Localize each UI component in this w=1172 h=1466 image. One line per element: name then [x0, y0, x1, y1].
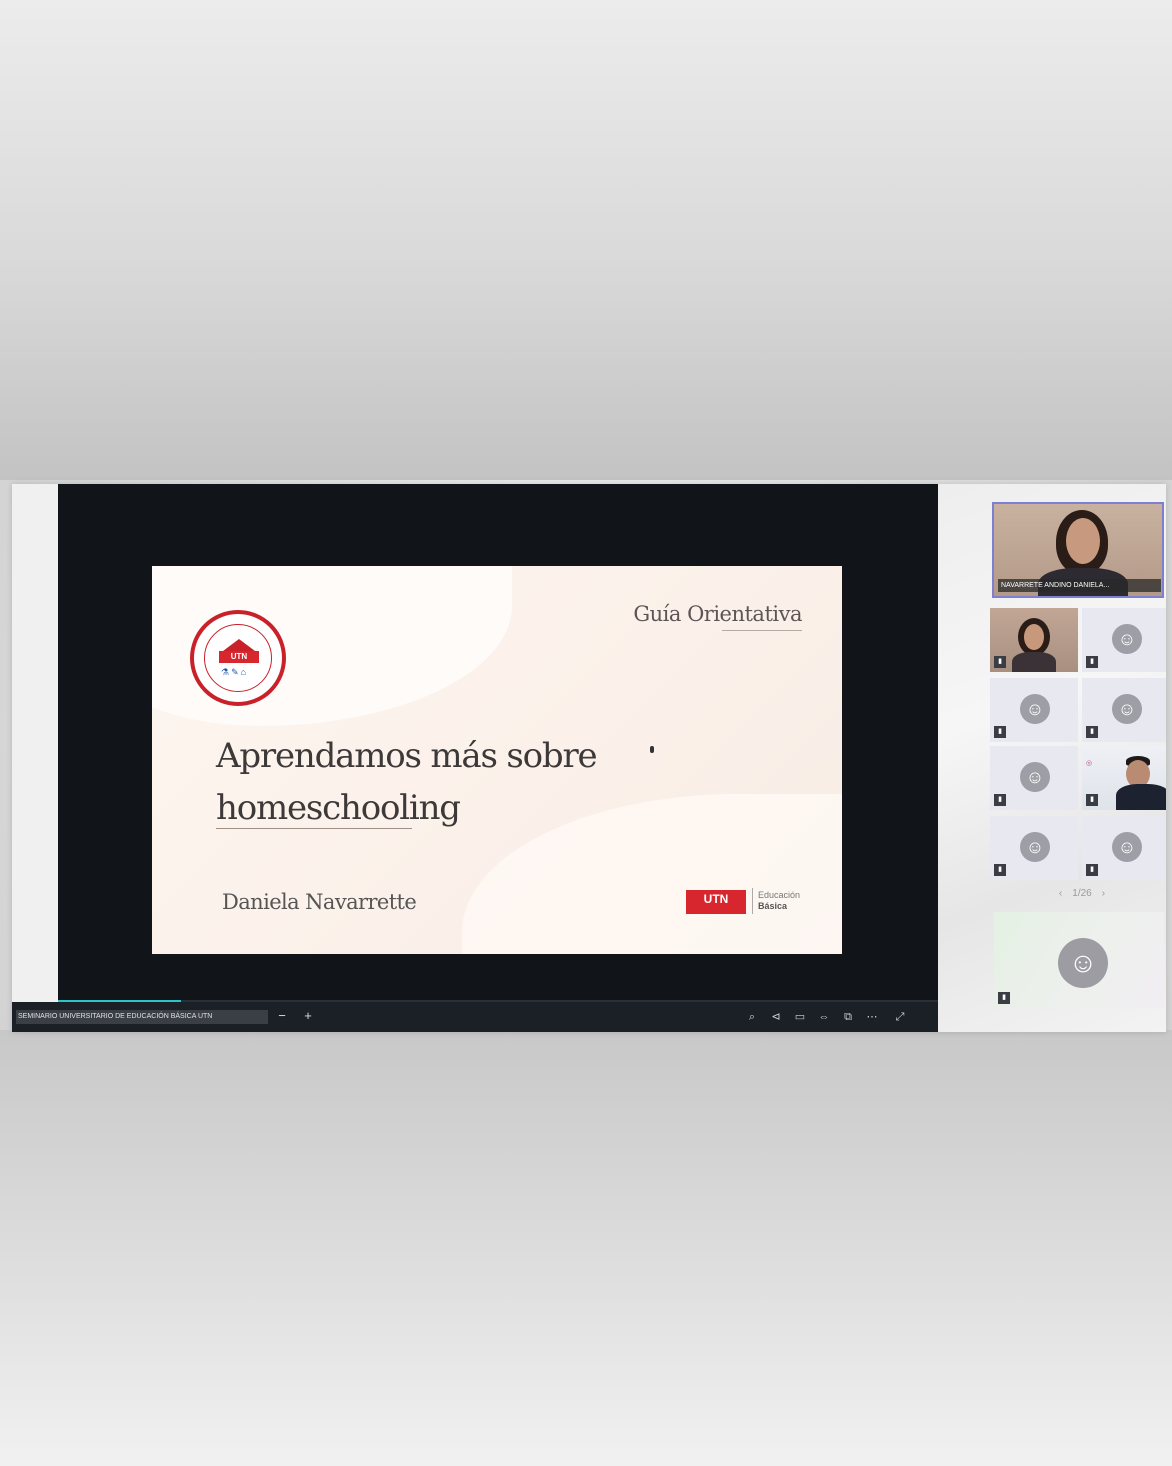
slide-title: Aprendamos más sobre homeschooling [216, 730, 696, 834]
self-view-tile[interactable]: ☺ ▮ [994, 912, 1164, 1008]
page-indicator: 1/26 [1072, 888, 1092, 899]
seal-inner-ring: UTN ⚗✎⌂ [204, 624, 272, 692]
toolbar-caption: SEMINARIO UNIVERSITARIO DE EDUCACIÓN BÁS… [16, 1010, 268, 1024]
background-top [0, 0, 1172, 480]
education-line: Educación [758, 890, 801, 900]
participant-tile[interactable]: ☺ ▮ [1082, 678, 1166, 742]
mic-muted-icon: ▮ [994, 864, 1006, 876]
background-sign: ◎ [1086, 760, 1093, 767]
chevron-left-icon[interactable]: ‹ [1059, 888, 1062, 899]
avatar-icon: ☺ [1112, 832, 1142, 862]
avatar-icon: ☺ [1020, 762, 1050, 792]
participant-face [1024, 624, 1044, 650]
participant-tile-video[interactable]: ▮ [990, 608, 1078, 672]
slide-tag: Guía Orientativa [633, 602, 802, 626]
participant-tile-video[interactable]: ◎ ▮ [1082, 746, 1166, 810]
zoom-out-button[interactable]: − [274, 1008, 290, 1024]
education-label: Educación Básica [758, 890, 800, 912]
more-icon[interactable]: ⋯ [864, 1009, 880, 1025]
speaker-name-label: NAVARRETE ANDINO DANIELA... [998, 579, 1161, 592]
active-speaker-tile[interactable]: NAVARRETE ANDINO DANIELA... [992, 502, 1164, 598]
participants-panel: NAVARRETE ANDINO DANIELA... ▮ ☺ ▮ ☺ ▮ ☺ … [938, 484, 1166, 1032]
meeting-window: UTN ⚗✎⌂ Guía Orientativa Aprendamos más … [12, 484, 1166, 1032]
cursor-mark [650, 746, 654, 753]
mic-muted-icon: ▮ [994, 656, 1006, 668]
screen-share-area[interactable]: UTN ⚗✎⌂ Guía Orientativa Aprendamos más … [58, 484, 938, 1004]
avatar-icon: ☺ [1112, 694, 1142, 724]
participant-body [1116, 784, 1166, 810]
mic-muted-icon: ▮ [994, 794, 1006, 806]
participant-tile[interactable]: ☺ ▮ [990, 678, 1078, 742]
pip-icon[interactable]: ⧉ [840, 1009, 856, 1025]
seal-symbols-icon: ⚗✎⌂ [221, 667, 249, 677]
zoom-in-button[interactable]: + [300, 1008, 316, 1024]
participants-pager: ‹ 1/26 › [1042, 888, 1122, 899]
participant-tile[interactable]: ☺ ▮ [990, 816, 1078, 880]
participant-body [1012, 652, 1056, 672]
chevron-right-icon[interactable]: › [1102, 888, 1105, 899]
background-bottom [0, 1030, 1172, 1466]
seal-badge: UTN [219, 651, 259, 663]
university-seal-logo: UTN ⚗✎⌂ [190, 610, 286, 706]
participant-tile[interactable]: ☺ ▮ [990, 746, 1078, 810]
fit-icon[interactable]: ⇔ [816, 1009, 832, 1025]
left-margin [12, 484, 58, 1032]
avatar-icon: ☺ [1020, 832, 1050, 862]
mic-muted-icon: ▮ [1086, 864, 1098, 876]
mic-muted-icon: ▮ [1086, 726, 1098, 738]
mic-muted-icon: ▮ [998, 992, 1010, 1004]
divider [216, 828, 412, 829]
speaker-face [1066, 518, 1100, 564]
slide-author: Daniela Navarrette [222, 890, 417, 914]
avatar-icon: ☺ [1058, 938, 1108, 988]
utn-logo-text: UTN [703, 892, 729, 906]
participant-tile[interactable]: ☺ ▮ [1082, 608, 1166, 672]
seal-building-icon [223, 639, 255, 651]
mic-muted-icon: ▮ [994, 726, 1006, 738]
slide-title-line: Aprendamos más sobre [216, 736, 598, 776]
screen-icon[interactable]: ▭ [792, 1009, 808, 1025]
slide-title-line: homeschooling [216, 788, 461, 828]
fullscreen-icon[interactable]: ⤢ [892, 1009, 908, 1025]
participant-tile[interactable]: ☺ ▮ [1082, 816, 1166, 880]
utn-logo: UTN [686, 890, 746, 914]
mic-muted-icon: ▮ [1086, 656, 1098, 668]
share-toolbar: SEMINARIO UNIVERSITARIO DE EDUCACIÓN BÁS… [12, 1002, 938, 1032]
share-icon[interactable]: ⊲ [768, 1009, 784, 1025]
mic-muted-icon: ▮ [1086, 794, 1098, 806]
avatar-icon: ☺ [1020, 694, 1050, 724]
presentation-slide: UTN ⚗✎⌂ Guía Orientativa Aprendamos más … [152, 566, 842, 954]
education-line: Básica [758, 901, 788, 911]
divider [722, 630, 802, 631]
search-icon[interactable]: ⌕ [744, 1009, 760, 1025]
avatar-icon: ☺ [1112, 624, 1142, 654]
divider [752, 888, 753, 914]
